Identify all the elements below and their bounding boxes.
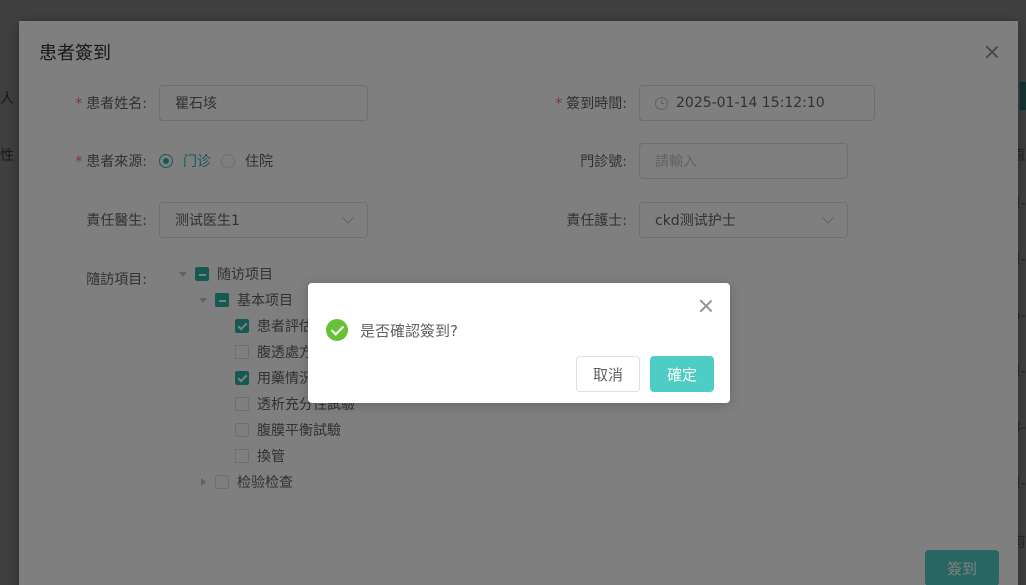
confirm-button[interactable]: 確定 bbox=[650, 356, 714, 392]
close-icon[interactable] bbox=[700, 300, 712, 312]
confirm-messagebox: 是否確認簽到? 取消 確定 bbox=[308, 283, 730, 403]
success-check-icon bbox=[326, 319, 348, 341]
confirm-content: 是否確認簽到? bbox=[326, 319, 458, 341]
confirm-message: 是否確認簽到? bbox=[360, 321, 458, 340]
cancel-button[interactable]: 取消 bbox=[576, 356, 640, 392]
